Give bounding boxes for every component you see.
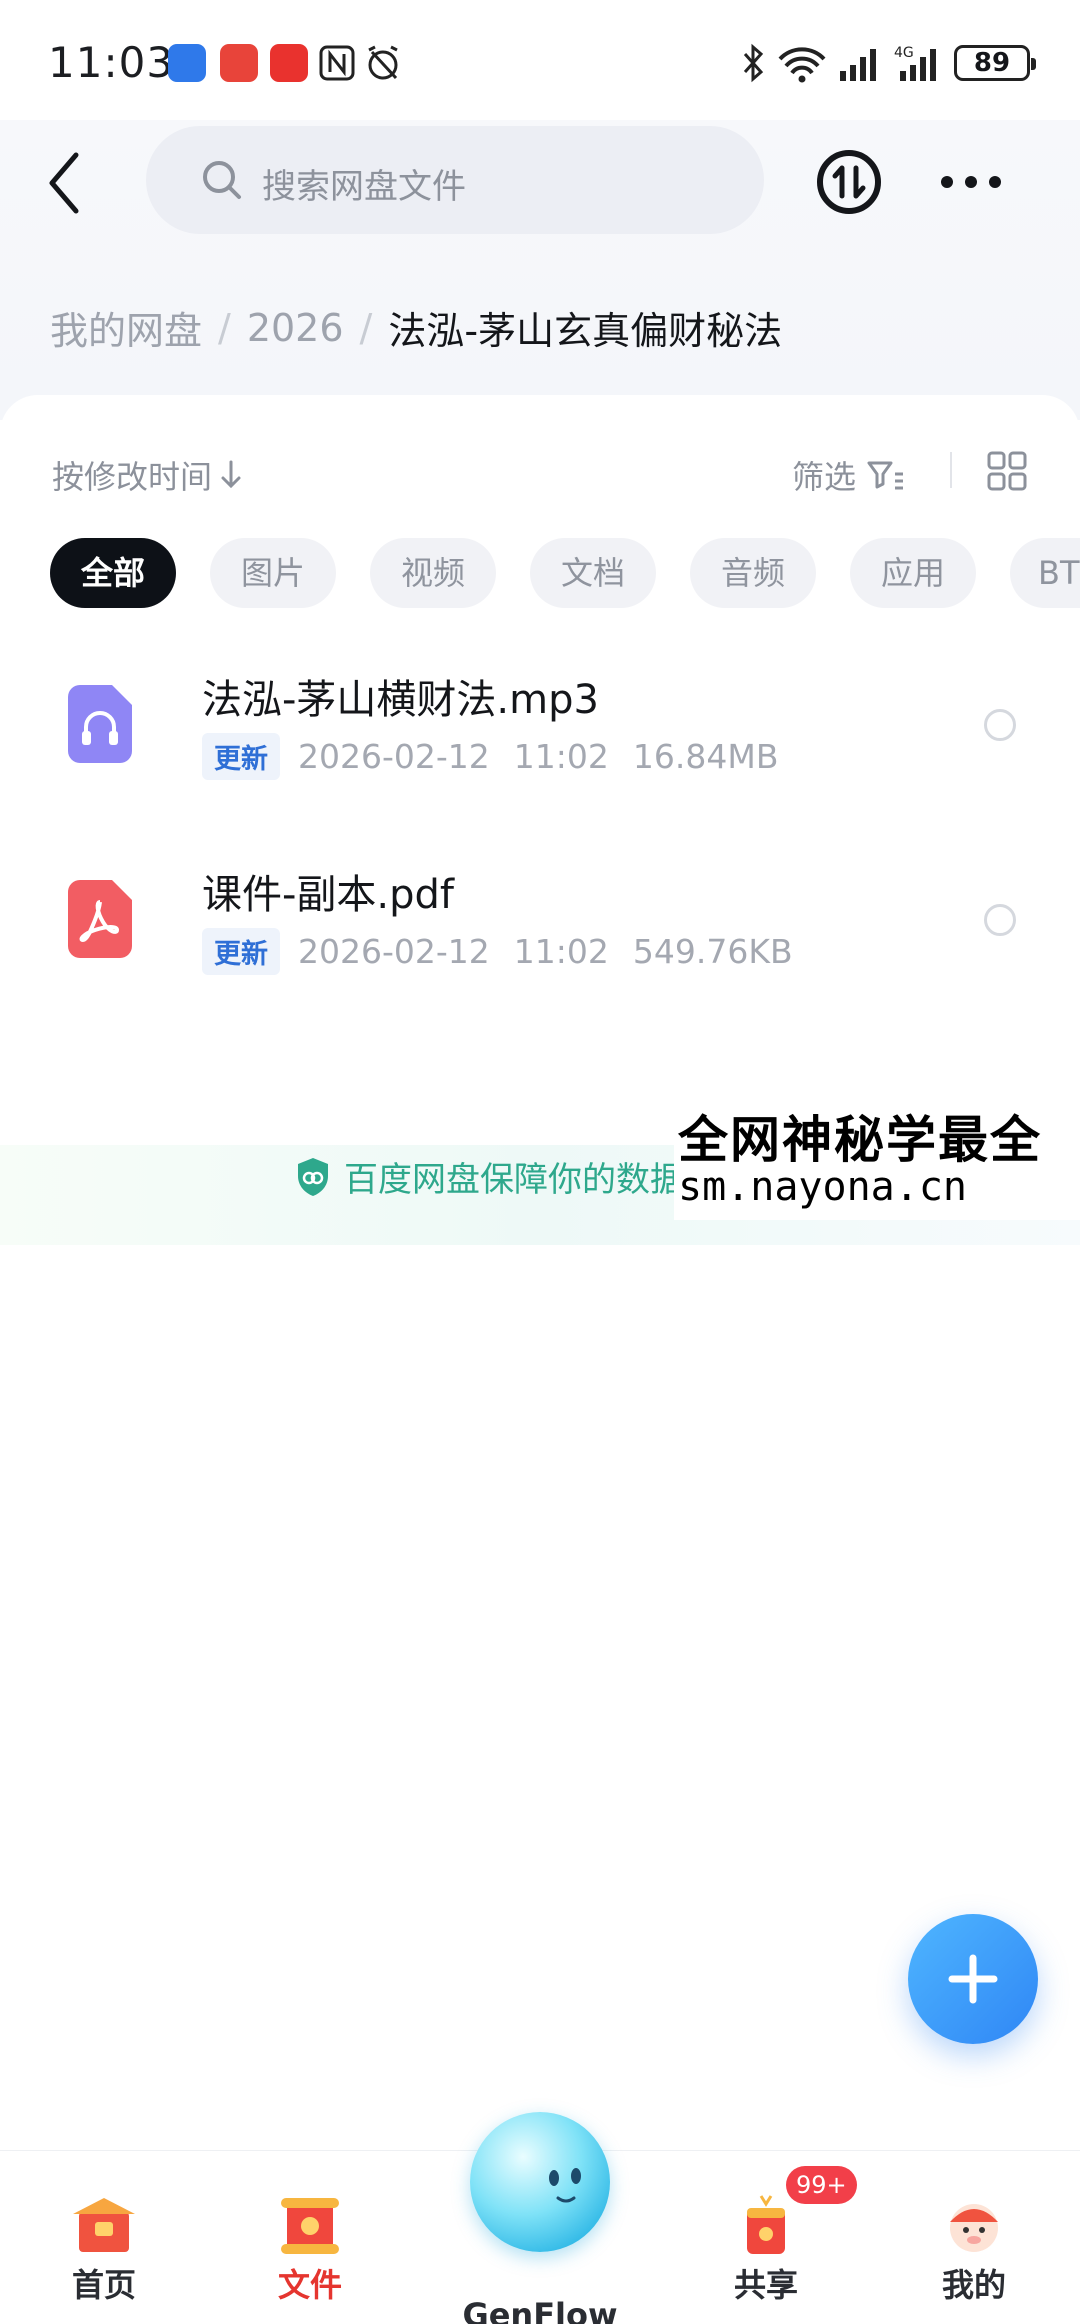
battery-indicator: 89	[954, 45, 1036, 81]
chip-images[interactable]: 图片	[210, 538, 336, 608]
file-date: 2026-02-12	[298, 932, 490, 971]
watermark-line2: sm.nayona.cn	[678, 1164, 967, 1210]
files-scroll-icon	[281, 2198, 339, 2254]
home-gate-icon	[73, 2198, 135, 2252]
file-date: 2026-02-12	[298, 737, 490, 776]
tab-home[interactable]: 首页	[34, 2192, 174, 2306]
arrow-down-icon	[221, 460, 241, 489]
sort-button[interactable]: 按修改时间	[52, 452, 244, 498]
file-time: 11:02	[513, 737, 609, 776]
audio-file-icon	[68, 685, 132, 763]
watermark-line1: 全网神秘学最全	[678, 1111, 1042, 1169]
signal-4g-icon: 4G	[894, 45, 936, 81]
signal-icon	[840, 49, 876, 81]
wifi-icon	[778, 47, 826, 83]
plus-icon	[948, 1954, 998, 2004]
sort-label: 按修改时间	[52, 458, 213, 496]
breadcrumb-current: 法泓-茅山玄真偏财秘法	[388, 309, 783, 353]
share-gift-icon	[747, 2195, 785, 2254]
file-meta: 更新 2026-02-12 11:02 16.84MB	[202, 733, 802, 780]
breadcrumb-separator: /	[359, 305, 373, 350]
update-badge: 更新	[202, 733, 280, 780]
update-badge: 更新	[202, 928, 280, 975]
genflow-mascot[interactable]	[470, 2112, 610, 2252]
file-meta: 更新 2026-02-12 11:02 549.76KB	[202, 928, 817, 975]
grid-view-icon[interactable]	[986, 450, 1028, 492]
chip-audio[interactable]: 音频	[690, 538, 816, 608]
share-count-badge: 99+	[786, 2166, 857, 2204]
more-options-icon[interactable]	[935, 168, 1007, 196]
tab-mine[interactable]: 我的	[904, 2192, 1044, 2306]
tab-share[interactable]: 共享	[696, 2192, 836, 2306]
back-arrow-icon[interactable]	[40, 145, 90, 221]
search-placeholder: 搜索网盘文件	[262, 167, 466, 207]
file-name: 法泓-茅山横财法.mp3	[202, 677, 599, 723]
tab-genflow-label[interactable]: GenFlow	[440, 2296, 640, 2324]
chip-videos[interactable]: 视频	[370, 538, 496, 608]
tab-share-label: 共享	[733, 2266, 798, 2304]
file-name: 课件-副本.pdf	[202, 872, 455, 918]
breadcrumb-separator: /	[218, 305, 231, 350]
nfc-icon	[319, 45, 355, 81]
notification-video-icon	[270, 44, 308, 82]
filter-icon	[867, 461, 904, 490]
tab-home-label: 首页	[71, 2266, 136, 2304]
select-radio[interactable]	[984, 904, 1016, 936]
breadcrumb-level1[interactable]: 2026	[247, 306, 344, 350]
tab-files-label: 文件	[277, 2266, 342, 2304]
select-radio[interactable]	[984, 709, 1016, 741]
mascot-face-icon	[549, 2168, 581, 2203]
status-right: 4G 89	[740, 38, 1036, 88]
file-row[interactable]: 课件-副本.pdf 更新 2026-02-12 11:02 549.76KB	[0, 840, 1080, 1020]
file-size: 549.76KB	[632, 932, 793, 971]
tab-files[interactable]: 文件	[240, 2192, 380, 2306]
add-button[interactable]	[908, 1914, 1038, 2044]
protection-notice[interactable]: 百度网盘保障你的数据	[294, 1152, 684, 1201]
bluetooth-icon	[743, 43, 764, 83]
tab-mine-label: 我的	[941, 2266, 1006, 2304]
svg-text:4G: 4G	[894, 45, 914, 61]
chip-all[interactable]: 全部	[50, 538, 176, 608]
file-size: 16.84MB	[632, 737, 779, 776]
breadcrumb: 我的网盘 / 2026 / 法泓-茅山玄真偏财秘法	[50, 300, 782, 355]
status-time: 11:03	[48, 38, 175, 87]
status-bar: 11:03 4G 89	[0, 0, 1080, 120]
notification-app-icon	[168, 44, 206, 82]
search-icon	[203, 161, 241, 199]
shield-icon	[298, 1157, 328, 1196]
transfer-icon[interactable]	[815, 148, 883, 216]
filter-button[interactable]: 筛选	[792, 452, 906, 498]
protection-text: 百度网盘保障你的数据	[344, 1160, 684, 1200]
filter-label: 筛选	[792, 458, 857, 496]
chip-documents[interactable]: 文档	[530, 538, 656, 608]
chip-apps[interactable]: 应用	[850, 538, 976, 608]
notification-shop-icon	[220, 44, 258, 82]
file-row[interactable]: 法泓-茅山横财法.mp3 更新 2026-02-12 11:02 16.84MB	[0, 645, 1080, 825]
category-chips: 全部 图片 视频 文档 音频 应用 BT	[50, 538, 1080, 608]
chip-bt[interactable]: BT	[1010, 538, 1080, 608]
search-input[interactable]: 搜索网盘文件	[146, 126, 764, 234]
file-time: 11:02	[513, 932, 609, 971]
pdf-file-icon	[68, 880, 132, 958]
profile-avatar-icon	[950, 2204, 998, 2252]
alarm-off-icon	[368, 45, 398, 80]
breadcrumb-root[interactable]: 我的网盘	[50, 300, 202, 355]
toolbar-divider	[950, 452, 952, 488]
